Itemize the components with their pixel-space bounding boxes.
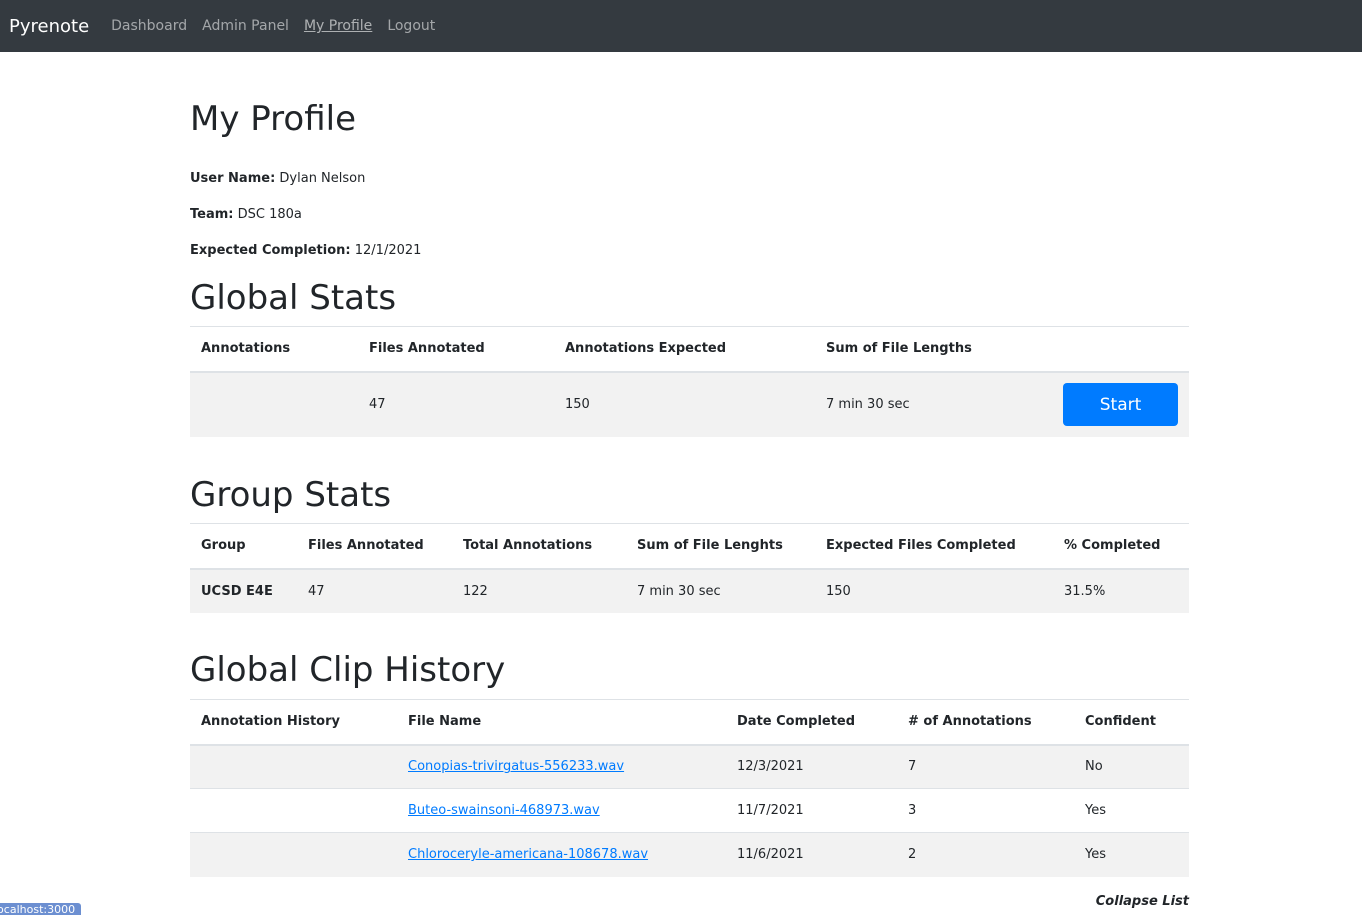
team-value: DSC 180a — [237, 207, 302, 222]
table-row: 47 150 7 min 30 sec Start — [190, 371, 1189, 437]
table-cell: Start — [1052, 371, 1189, 437]
table-cell — [190, 744, 397, 789]
table-cell: 7 min 30 sec — [626, 568, 815, 613]
table-cell: 122 — [452, 568, 626, 613]
table-row: Chloroceryle-americana-108678.wav 11/6/2… — [190, 832, 1189, 877]
column-header: Confident — [1074, 699, 1189, 746]
user-name-line: User Name: Dylan Nelson — [190, 171, 365, 186]
column-header: Sum of File Lengths — [815, 326, 1052, 373]
table-cell: Conopias-trivirgatus-556233.wav — [397, 744, 726, 789]
page-title: My Profile — [190, 99, 356, 139]
top-navbar: Pyrenote Dashboard Admin Panel My Profil… — [0, 0, 1362, 52]
team-label: Team: — [190, 207, 234, 222]
table-cell: 11/6/2021 — [726, 832, 897, 877]
table-cell: No — [1074, 744, 1189, 789]
global-stats-title: Global Stats — [190, 278, 397, 318]
column-header: % Completed — [1053, 523, 1189, 570]
column-header: Annotation History — [190, 699, 397, 746]
table-cell: 47 — [297, 568, 452, 613]
table-row: UCSD E4E 47 122 7 min 30 sec 150 31.5% — [190, 568, 1189, 613]
table-cell: 150 — [815, 568, 1053, 613]
table-cell: 7 min 30 sec — [815, 371, 1052, 437]
table-cell: Yes — [1074, 832, 1189, 877]
team-line: Team: DSC 180a — [190, 207, 302, 222]
column-header: Sum of File Lenghts — [626, 523, 815, 570]
table-cell: 47 — [358, 371, 554, 437]
table-cell: 7 — [897, 744, 1074, 789]
column-header: Expected Files Completed — [815, 523, 1053, 570]
table-cell: 31.5% — [1053, 568, 1189, 613]
nav-link-my-profile[interactable]: My Profile — [304, 18, 372, 34]
column-header-empty — [1052, 326, 1189, 373]
table-row: Conopias-trivirgatus-556233.wav 12/3/202… — [190, 744, 1189, 789]
table-cell: 12/3/2021 — [726, 744, 897, 789]
file-link[interactable]: Buteo-swainsoni-468973.wav — [408, 803, 600, 818]
clip-history-title: Global Clip History — [190, 650, 506, 690]
expected-completion-value: 12/1/2021 — [354, 243, 422, 258]
group-stats-table: Group Files Annotated Total Annotations … — [190, 523, 1189, 613]
column-header: # of Annotations — [897, 699, 1074, 746]
group-stats-title: Group Stats — [190, 475, 392, 515]
table-cell: 11/7/2021 — [726, 788, 897, 833]
column-header: Total Annotations — [452, 523, 626, 570]
clip-history-table: Annotation History File Name Date Comple… — [190, 699, 1189, 877]
column-header: Date Completed — [726, 699, 897, 746]
collapse-list-button[interactable]: Collapse List — [1096, 894, 1189, 909]
brand-logo[interactable]: Pyrenote — [9, 16, 89, 37]
table-cell: Chloroceryle-americana-108678.wav — [397, 832, 726, 877]
nav-link-dashboard[interactable]: Dashboard — [111, 18, 187, 34]
nav-link-admin-panel[interactable]: Admin Panel — [202, 18, 289, 34]
column-header: Files Annotated — [358, 326, 554, 373]
start-button[interactable]: Start — [1063, 383, 1178, 426]
column-header: Group — [190, 523, 297, 570]
table-cell — [190, 832, 397, 877]
user-name-label: User Name: — [190, 171, 276, 186]
global-stats-table: Annotations Files Annotated Annotations … — [190, 326, 1189, 437]
table-cell: Buteo-swainsoni-468973.wav — [397, 788, 726, 833]
column-header: Annotations — [190, 326, 358, 373]
table-cell — [190, 371, 358, 437]
expected-completion-label: Expected Completion: — [190, 243, 351, 258]
browser-status-bar: localhost:3000 — [0, 903, 81, 915]
table-cell — [190, 788, 397, 833]
table-cell: 2 — [897, 832, 1074, 877]
nav-link-logout[interactable]: Logout — [387, 18, 435, 34]
table-row: Buteo-swainsoni-468973.wav 11/7/2021 3 Y… — [190, 788, 1189, 833]
expected-completion-line: Expected Completion: 12/1/2021 — [190, 243, 421, 258]
column-header: Annotations Expected — [554, 326, 815, 373]
file-link[interactable]: Conopias-trivirgatus-556233.wav — [408, 759, 624, 774]
column-header: Files Annotated — [297, 523, 452, 570]
file-link[interactable]: Chloroceryle-americana-108678.wav — [408, 847, 648, 862]
table-cell: Yes — [1074, 788, 1189, 833]
column-header: File Name — [397, 699, 726, 746]
user-name-value: Dylan Nelson — [279, 171, 366, 186]
table-cell: 3 — [897, 788, 1074, 833]
table-cell: 150 — [554, 371, 815, 437]
table-cell: UCSD E4E — [190, 568, 297, 613]
